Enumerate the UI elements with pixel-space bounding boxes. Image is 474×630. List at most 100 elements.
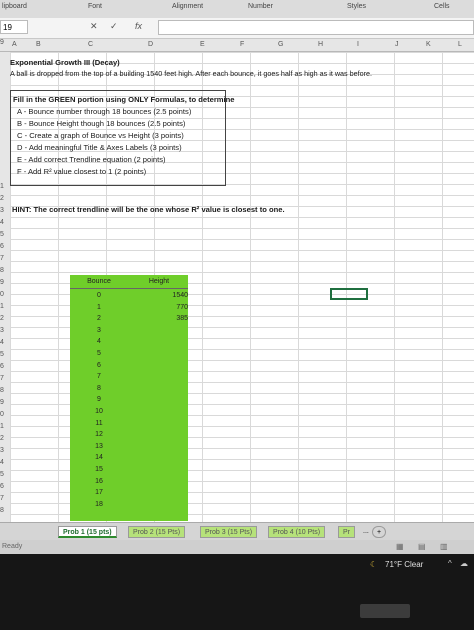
table-cell-bounce[interactable]: 16 (70, 478, 128, 485)
weather-text[interactable]: 71°F Clear (385, 560, 423, 569)
tab-prob-4[interactable]: Prob 4 (10 Pts) (268, 526, 326, 538)
row-header[interactable]: 7 (0, 375, 4, 382)
enter-icon[interactable]: ✓ (110, 21, 118, 32)
column-header[interactable]: A (12, 41, 17, 48)
row-header[interactable]: 6 (0, 243, 4, 250)
table-cell-bounce[interactable]: 0 (70, 292, 128, 299)
column-header[interactable]: I (357, 41, 359, 48)
table-cell-bounce[interactable]: 6 (70, 362, 128, 369)
row-header[interactable]: 9 (0, 279, 4, 286)
row-header[interactable]: 4 (0, 219, 4, 226)
table-cell-height[interactable]: 1540 (130, 292, 188, 299)
row-header[interactable]: 1 (0, 423, 4, 430)
row-header[interactable]: 4 (0, 339, 4, 346)
table-cell-bounce[interactable]: 2 (70, 315, 128, 322)
row-header[interactable]: 9 (0, 39, 4, 46)
ribbon-group-font[interactable]: Font (88, 3, 102, 10)
row-header[interactable]: 4 (0, 459, 4, 466)
column-header[interactable]: K (426, 41, 431, 48)
column-header[interactable]: H (318, 41, 323, 48)
active-cell-selection[interactable] (330, 288, 368, 300)
table-cell-bounce[interactable]: 9 (70, 396, 128, 403)
row-header[interactable]: 8 (0, 267, 4, 274)
ribbon-group-cells[interactable]: Cells (434, 3, 450, 10)
problem-title: Exponential Growth III (Decay) (10, 58, 120, 67)
ribbon-group-number[interactable]: Number (248, 3, 273, 10)
row-header[interactable]: 7 (0, 495, 4, 502)
row-header[interactable]: 3 (0, 207, 4, 214)
table-header-divider (70, 288, 188, 289)
row-header[interactable]: 6 (0, 363, 4, 370)
ribbon-group-clipboard[interactable]: lipboard (2, 3, 27, 10)
row-header[interactable]: 3 (0, 447, 4, 454)
table-cell-bounce[interactable]: 17 (70, 489, 128, 496)
cancel-icon[interactable]: ✕ (90, 21, 98, 32)
tab-prob-2[interactable]: Prob 2 (15 Pts) (128, 526, 186, 538)
row-header[interactable]: 9 (0, 399, 4, 406)
row-header[interactable]: 2 (0, 435, 4, 442)
instructions-box: Fill in the GREEN portion using ONLY For… (10, 90, 235, 186)
row-header[interactable]: 6 (0, 483, 4, 490)
status-bar: Ready ▦ ▤ ▥ (0, 540, 474, 554)
tab-prob-1[interactable]: Prob 1 (15 pts) (58, 526, 117, 538)
table-cell-bounce[interactable]: 5 (70, 350, 128, 357)
function-icon[interactable]: fx (135, 21, 142, 31)
column-header[interactable]: G (278, 41, 283, 48)
taskbar-button[interactable] (360, 604, 410, 618)
worksheet-grid[interactable]: Exponential Growth III (Decay) A ball is… (10, 52, 474, 533)
column-header[interactable]: L (458, 41, 462, 48)
row-header[interactable]: 1 (0, 183, 4, 190)
cloud-icon[interactable]: ☁ (460, 559, 468, 568)
table-cell-bounce[interactable]: 13 (70, 443, 128, 450)
table-cell-height[interactable]: 770 (130, 304, 188, 311)
column-header[interactable]: B (36, 41, 41, 48)
table-cell-bounce[interactable]: 14 (70, 454, 128, 461)
column-header[interactable]: J (395, 41, 399, 48)
table-cell-bounce[interactable]: 8 (70, 385, 128, 392)
row-header[interactable]: 5 (0, 471, 4, 478)
table-cell-bounce[interactable]: 1 (70, 304, 128, 311)
column-header[interactable]: C (88, 41, 93, 48)
row-header[interactable]: 2 (0, 315, 4, 322)
row-header[interactable]: 5 (0, 351, 4, 358)
tab-prob-5[interactable]: Pr (338, 526, 355, 538)
column-header[interactable]: F (240, 41, 244, 48)
column-header[interactable]: D (148, 41, 153, 48)
row-header[interactable]: 5 (0, 231, 4, 238)
row-header[interactable]: 1 (0, 303, 4, 310)
row-header[interactable]: 3 (0, 327, 4, 334)
page-layout-icon[interactable]: ▤ (418, 542, 426, 551)
ribbon-group-alignment[interactable]: Alignment (172, 3, 203, 10)
task-item: D - Add meaningful Title & Axes Labels (… (17, 143, 182, 152)
tab-prob-3[interactable]: Prob 3 (15 Pts) (200, 526, 258, 538)
normal-view-icon[interactable]: ▦ (396, 542, 404, 551)
row-header[interactable]: 8 (0, 507, 4, 514)
status-text: Ready (2, 543, 23, 550)
table-header-bounce: Bounce (87, 278, 111, 285)
table-cell-bounce[interactable]: 7 (70, 373, 128, 380)
table-cell-bounce[interactable]: 18 (70, 501, 128, 508)
chevron-up-icon[interactable]: ^ (448, 559, 452, 568)
row-header[interactable]: 8 (0, 387, 4, 394)
table-cell-height[interactable]: 385 (130, 315, 188, 322)
table-cell-bounce[interactable]: 15 (70, 466, 128, 473)
table-cell-bounce[interactable]: 10 (70, 408, 128, 415)
row-header[interactable]: 0 (0, 411, 4, 418)
row-header[interactable]: 2 (0, 195, 4, 202)
ribbon-group-styles[interactable]: Styles (347, 3, 366, 10)
row-header[interactable]: 0 (0, 291, 4, 298)
formula-input[interactable] (158, 20, 474, 35)
table-cell-bounce[interactable]: 3 (70, 327, 128, 334)
name-box[interactable]: 19 (0, 20, 28, 34)
table-cell-bounce[interactable]: 4 (70, 338, 128, 345)
column-header[interactable]: E (200, 41, 205, 48)
taskbar: ☾ 71°F Clear ^ ☁ (0, 554, 474, 630)
table-cell-bounce[interactable]: 11 (70, 420, 128, 427)
add-sheet-icon[interactable]: + (372, 526, 386, 538)
ribbon: lipboard Font Alignment Number Styles Ce… (0, 0, 474, 19)
more-tabs-ellipsis[interactable]: ... (359, 526, 373, 538)
row-header[interactable]: 7 (0, 255, 4, 262)
page-break-icon[interactable]: ▥ (440, 542, 448, 551)
table-cell-bounce[interactable]: 12 (70, 431, 128, 438)
weather-icon: ☾ (370, 560, 378, 569)
